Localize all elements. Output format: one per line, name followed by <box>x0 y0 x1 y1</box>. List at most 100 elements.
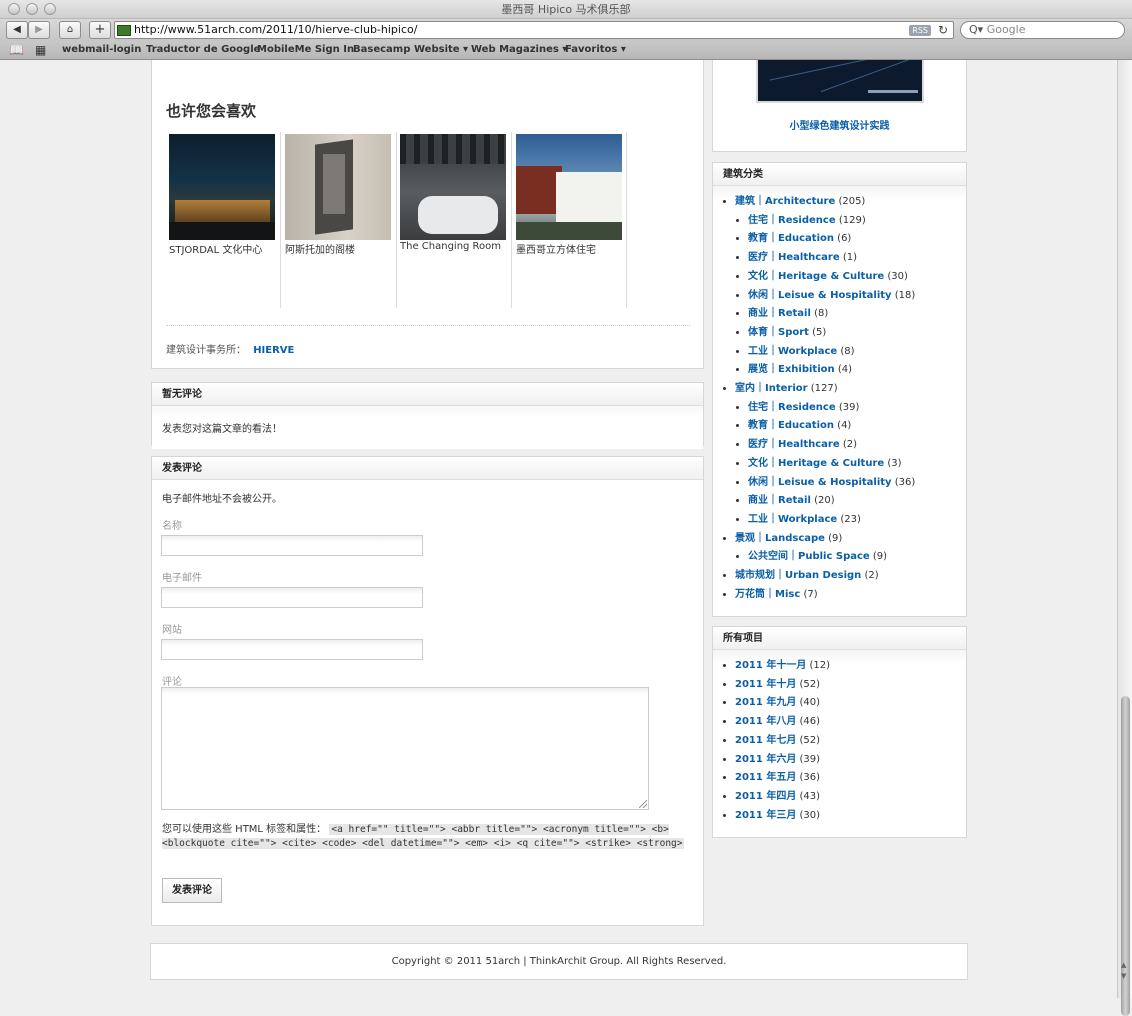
related-post-thumbnail[interactable] <box>400 134 506 240</box>
bookmark-item[interactable]: MobileMe Sign In <box>257 41 354 59</box>
subcategory-item: 医疗｜Healthcare (1) <box>748 249 966 268</box>
submit-comment-button[interactable]: 发表评论 <box>162 878 222 903</box>
bookmark-item[interactable]: Basecamp <box>353 41 410 59</box>
category-item-link[interactable]: 城市规划｜Urban Design <box>735 570 861 581</box>
related-post-thumbnail[interactable] <box>285 134 391 240</box>
subcategory-item-link[interactable]: 医疗｜Healthcare <box>748 439 840 450</box>
archive-item-link[interactable]: 2011 年十月 <box>735 679 796 690</box>
subcategory-item-count: (1) <box>842 252 857 264</box>
plus-icon: + <box>94 22 106 37</box>
archive-item-link[interactable]: 2011 年八月 <box>735 716 796 727</box>
category-item-link[interactable]: 建筑｜Architecture <box>735 196 835 207</box>
subcategory-item-link[interactable]: 体育｜Sport <box>748 327 809 338</box>
back-arrow-icon: ◀ <box>13 24 21 35</box>
subcategory-item-link[interactable]: 商业｜Retail <box>748 308 811 319</box>
related-post-thumbnail[interactable] <box>169 134 275 240</box>
related-post-caption[interactable]: The Changing Room <box>400 241 508 252</box>
window-controls <box>8 3 56 15</box>
bookmark-item[interactable]: webmail-login <box>62 41 141 59</box>
category-item: 景观｜Landscape (9)公共空间｜Public Space (9) <box>735 530 966 567</box>
related-post-item[interactable]: STJORDAL 文化中心 <box>169 134 277 308</box>
subcategory-item-link[interactable]: 工业｜Workplace <box>748 346 837 357</box>
related-post-item[interactable]: 阿斯托加的阁楼 <box>285 134 393 308</box>
subcategory-item-link[interactable]: 展览｜Exhibition <box>748 364 835 375</box>
website-label: 网站 <box>162 625 182 636</box>
related-post-item[interactable]: 墨西哥立方体住宅 <box>516 134 624 308</box>
category-item-count: (2) <box>864 570 879 582</box>
archive-item-link[interactable]: 2011 年四月 <box>735 791 796 802</box>
name-field[interactable] <box>161 535 423 556</box>
website-field[interactable] <box>161 639 423 660</box>
subcategory-item-link[interactable]: 工业｜Workplace <box>748 514 837 525</box>
subcategory-item-link[interactable]: 住宅｜Residence <box>748 215 836 226</box>
subcategory-item-link[interactable]: 文化｜Heritage & Culture <box>748 458 884 469</box>
bookmarks-bar: 📖 ▦ webmail-login Traductor de Google Mo… <box>0 41 1132 60</box>
bookmark-item[interactable]: Favoritos ▾ <box>565 41 626 59</box>
close-window-button[interactable] <box>8 3 20 15</box>
bookmark-item[interactable]: Website ▾ <box>414 41 468 59</box>
archive-item-link[interactable]: 2011 年五月 <box>735 772 796 783</box>
scroll-up-icon[interactable]: ▲ <box>1121 961 1126 969</box>
home-button[interactable]: ⌂ <box>59 21 81 39</box>
subcategory-item-link[interactable]: 商业｜Retail <box>748 495 811 506</box>
subcategory-item-link[interactable]: 休闲｜Leisue & Hospitality <box>748 290 892 301</box>
reading-list-icon[interactable]: 📖 <box>9 41 24 59</box>
subcategory-item: 住宅｜Residence (129) <box>748 212 966 231</box>
archive-item-link[interactable]: 2011 年七月 <box>735 735 796 746</box>
archive-item-count: (12) <box>809 660 831 671</box>
add-bookmark-button[interactable]: + <box>89 21 111 39</box>
archive-item-count: (39) <box>799 753 821 765</box>
subcategory-item: 休闲｜Leisue & Hospitality (36) <box>748 474 966 493</box>
archive-item-link[interactable]: 2011 年十一月 <box>735 660 806 671</box>
archive-item-count: (52) <box>799 734 821 746</box>
scroll-down-icon[interactable]: ▼ <box>1121 972 1126 980</box>
forward-button[interactable]: ▶ <box>28 21 50 39</box>
bookmark-item[interactable]: Web Magazines ▾ <box>471 41 567 59</box>
book-title-link[interactable]: 小型绿色建筑设计实践 <box>713 117 966 132</box>
archive-item: 2011 年四月 (43) <box>735 788 966 807</box>
subcategory-item-link[interactable]: 文化｜Heritage & Culture <box>748 271 884 282</box>
comments-panel: 暂无评论 发表您对这篇文章的看法！ <box>151 382 704 449</box>
archive-item-link[interactable]: 2011 年六月 <box>735 754 796 765</box>
comment-textarea[interactable] <box>161 687 649 810</box>
book-cover-image[interactable] <box>756 60 924 103</box>
bookmark-item[interactable]: Traductor de Google <box>146 41 260 59</box>
category-item-count: (205) <box>838 196 866 207</box>
subcategory-item-link[interactable]: 公共空间｜Public Space <box>748 551 870 562</box>
architect-label: 建筑设计事务所： <box>166 345 246 356</box>
minimize-window-button[interactable] <box>26 3 38 15</box>
archive-item-link[interactable]: 2011 年三月 <box>735 810 796 821</box>
search-field[interactable]: Q▾ Google <box>960 21 1125 39</box>
related-post-caption[interactable]: STJORDAL 文化中心 <box>169 241 277 256</box>
subcategory-item-link[interactable]: 住宅｜Residence <box>748 402 836 413</box>
window-title: 墨西哥 Hipico 马术俱乐部 <box>501 3 631 16</box>
category-item-link[interactable]: 室内｜Interior <box>735 383 808 394</box>
subcategory-item-link[interactable]: 医疗｜Healthcare <box>748 252 840 263</box>
related-post-thumbnail[interactable] <box>516 134 622 240</box>
reload-icon[interactable]: ↻ <box>938 22 948 38</box>
subcategory-item: 体育｜Sport (5) <box>748 324 966 343</box>
zoom-window-button[interactable] <box>44 3 56 15</box>
category-item-link[interactable]: 景观｜Landscape <box>735 533 825 544</box>
subcategory-item-link[interactable]: 教育｜Education <box>748 233 834 244</box>
category-item-link[interactable]: 万花筒｜Misc <box>735 589 800 600</box>
related-post-caption[interactable]: 阿斯托加的阁楼 <box>285 241 393 256</box>
subcategory-item: 工业｜Workplace (8) <box>748 343 966 362</box>
back-button[interactable]: ◀ <box>6 21 28 39</box>
subcategory-item-count: (2) <box>842 439 857 451</box>
email-field[interactable] <box>161 587 423 608</box>
address-bar[interactable]: http://www.51arch.com/2011/10/hierve-clu… <box>114 21 954 39</box>
archive-item-count: (30) <box>799 809 821 821</box>
top-sites-icon[interactable]: ▦ <box>35 41 46 59</box>
category-item: 城市规划｜Urban Design (2) <box>735 567 966 586</box>
architect-link[interactable]: HIERVE <box>253 345 294 356</box>
subcategory-item-link[interactable]: 教育｜Education <box>748 420 834 431</box>
subcategory-item-link[interactable]: 休闲｜Leisue & Hospitality <box>748 477 892 488</box>
page-scrollbar[interactable]: ▲ ▼ <box>1117 60 1132 1016</box>
related-posts-panel: 也许您会喜欢 STJORDAL 文化中心 阿斯托加的阁楼 The Changin… <box>151 60 704 369</box>
related-post-caption[interactable]: 墨西哥立方体住宅 <box>516 241 624 256</box>
archive-item-link[interactable]: 2011 年九月 <box>735 697 796 708</box>
rss-button[interactable]: RSS <box>909 25 931 36</box>
subcategory-item: 商业｜Retail (20) <box>748 492 966 511</box>
related-post-item[interactable]: The Changing Room <box>400 134 508 308</box>
